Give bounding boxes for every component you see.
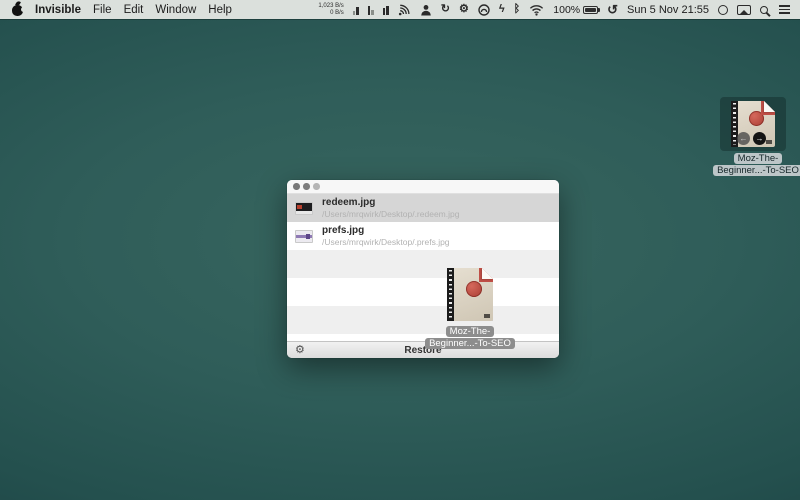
siri-circle-icon[interactable] xyxy=(718,5,728,15)
file-row-prefs[interactable]: prefs.jpg /Users/mrqwirk/Desktop/.prefs.… xyxy=(287,222,559,250)
spiral-binding xyxy=(447,268,454,321)
cover-mark xyxy=(484,314,490,318)
menu-help[interactable]: Help xyxy=(208,4,232,16)
empty-row xyxy=(287,278,559,306)
battery-indicator[interactable]: 100% xyxy=(553,4,598,16)
drag-ghost-label: Moz-The- Beginner...-To-SEO xyxy=(420,326,520,349)
wifi-icon[interactable] xyxy=(529,4,544,16)
prefs-thumbnail xyxy=(295,230,313,243)
menu-bar: Invisible File Edit Window Help 1,023 B/… xyxy=(0,0,800,19)
moz-document-icon xyxy=(447,268,493,321)
user-icon[interactable] xyxy=(420,4,432,16)
flux-bolt-icon[interactable]: ϟ xyxy=(499,4,505,15)
hidden-files-list: redeem.jpg /Users/mrqwirk/Desktop/.redee… xyxy=(287,194,559,341)
invisible-app-window: redeem.jpg /Users/mrqwirk/Desktop/.redee… xyxy=(287,180,559,358)
battery-percent: 100% xyxy=(553,4,580,16)
app-menu-title[interactable]: Invisible xyxy=(35,4,81,16)
menu-edit[interactable]: Edit xyxy=(124,4,144,16)
spotlight-search-icon[interactable] xyxy=(760,6,768,14)
gear-menu-icon[interactable]: ⚙ xyxy=(459,4,469,15)
apple-menu-icon[interactable] xyxy=(12,5,23,16)
menu-clock[interactable]: Sun 5 Nov 21:55 xyxy=(627,4,709,16)
empty-row xyxy=(287,250,559,278)
desktop-icon-label: Moz-The- Beginner...-To-SEO xyxy=(708,153,800,176)
moz-logo-badge xyxy=(466,281,482,297)
headset-circle-icon[interactable] xyxy=(478,4,490,16)
time-machine-icon[interactable]: ↺ xyxy=(607,3,618,16)
battery-icon xyxy=(583,6,598,14)
disk-graph-icon[interactable] xyxy=(383,5,389,15)
file-row-redeem[interactable]: redeem.jpg /Users/mrqwirk/Desktop/.redee… xyxy=(287,194,559,222)
zoom-button[interactable] xyxy=(313,183,320,190)
menu-file[interactable]: File xyxy=(93,4,112,16)
minimize-button[interactable] xyxy=(303,183,310,190)
sync-icon[interactable]: ↻ xyxy=(441,4,450,15)
preview-prev-page-button[interactable]: ← xyxy=(737,132,750,145)
moz-document-icon[interactable]: ← → xyxy=(731,101,775,147)
memory-graph-icon[interactable] xyxy=(368,5,374,15)
network-speed-indicator[interactable]: 1,023 B/s0 B/s xyxy=(318,3,343,16)
bluetooth-icon[interactable]: ᛒ xyxy=(514,4,521,15)
close-button[interactable] xyxy=(293,183,300,190)
signal-waves-icon[interactable] xyxy=(398,4,411,16)
file-path: /Users/mrqwirk/Desktop/.prefs.jpg xyxy=(322,237,450,247)
redeem-thumbnail xyxy=(295,202,313,215)
cover-mark xyxy=(766,140,772,144)
preview-next-page-button[interactable]: → xyxy=(753,132,766,145)
display-mirroring-icon[interactable] xyxy=(737,5,751,15)
file-path: /Users/mrqwirk/Desktop/.redeem.jpg xyxy=(322,209,459,219)
window-titlebar[interactable] xyxy=(287,180,559,194)
file-name: redeem.jpg xyxy=(322,197,459,209)
notification-center-icon[interactable] xyxy=(779,5,790,14)
cpu-graph-icon[interactable] xyxy=(353,5,359,15)
menu-window[interactable]: Window xyxy=(155,4,196,16)
file-name: prefs.jpg xyxy=(322,225,450,237)
